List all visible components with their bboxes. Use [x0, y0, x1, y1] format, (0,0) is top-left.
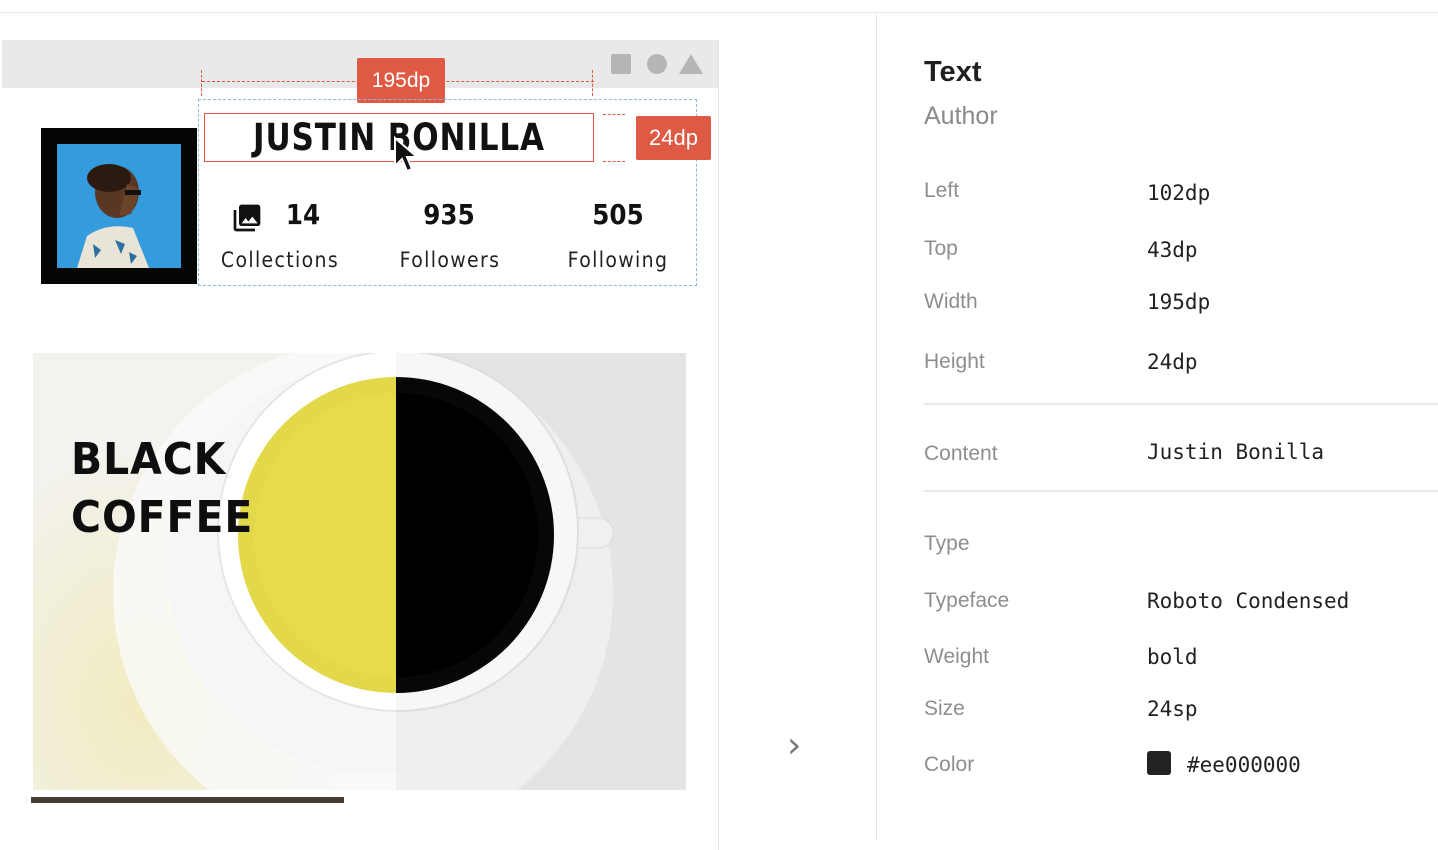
card-title-line-2: COFFEE — [71, 492, 254, 543]
prop-label-content: Content — [924, 442, 998, 465]
circle-icon — [647, 54, 667, 74]
prop-value-typeface[interactable]: Roboto Condensed — [1147, 589, 1349, 613]
collection-card[interactable]: BLACK COFFEE — [33, 353, 686, 790]
collections-count: 14 — [285, 198, 321, 231]
card-title: BLACK COFFEE — [71, 431, 253, 547]
square-icon — [611, 54, 631, 74]
width-dimension-tick-right — [592, 70, 593, 96]
panel-subtitle: Author — [924, 102, 998, 130]
panel-divider-1 — [924, 403, 1438, 405]
prop-label-color: Color — [924, 753, 975, 776]
next-card-preview — [31, 797, 344, 803]
top-divider — [0, 12, 1438, 13]
prop-label-left: Left — [924, 179, 960, 202]
panel-title: Text — [924, 56, 982, 88]
type-section-heading: Type — [924, 532, 970, 555]
color-swatch[interactable] — [1147, 751, 1171, 775]
width-badge: 195dp — [357, 58, 445, 103]
prop-label-height: Height — [924, 350, 985, 373]
followers-label: Followers — [399, 248, 501, 272]
prop-label-typeface: Typeface — [924, 589, 1010, 612]
collections-label: Collections — [220, 248, 340, 272]
prop-label-top: Top — [924, 237, 958, 260]
prop-value-size[interactable]: 24sp — [1147, 697, 1198, 721]
width-dimension-tick-left — [201, 70, 202, 96]
following-label: Following — [567, 248, 669, 272]
chevron-right-icon[interactable]: › — [787, 728, 801, 764]
coffee-cup-image — [33, 353, 686, 790]
photo-library-icon — [233, 204, 261, 232]
avatar[interactable] — [41, 128, 197, 284]
prop-value-height[interactable]: 24dp — [1147, 350, 1198, 374]
prop-label-size: Size — [924, 697, 965, 720]
avatar-photo — [57, 144, 181, 268]
phone-preview: 195dp JUSTIN BONILLA 24dp 14 Collections… — [2, 40, 719, 850]
prop-value-width[interactable]: 195dp — [1147, 290, 1210, 314]
height-dimension-tick-top — [603, 114, 625, 116]
following-count: 505 — [592, 198, 644, 231]
prop-value-color[interactable]: #ee000000 — [1187, 753, 1301, 777]
panel-divider-2 — [924, 490, 1438, 492]
height-dimension-tick-bottom — [603, 161, 625, 163]
prop-value-content[interactable]: Justin Bonilla — [1147, 440, 1324, 464]
mouse-pointer-icon — [394, 136, 419, 173]
prop-value-weight[interactable]: bold — [1147, 645, 1198, 669]
triangle-icon — [679, 54, 703, 74]
height-badge: 24dp — [636, 116, 711, 160]
panel-divider — [876, 13, 877, 840]
followers-count: 935 — [423, 198, 475, 231]
prop-value-left[interactable]: 102dp — [1147, 181, 1210, 205]
prop-label-weight: Weight — [924, 645, 989, 668]
prop-label-width: Width — [924, 290, 978, 313]
card-title-line-1: BLACK — [71, 434, 227, 485]
prop-value-top[interactable]: 43dp — [1147, 238, 1198, 262]
